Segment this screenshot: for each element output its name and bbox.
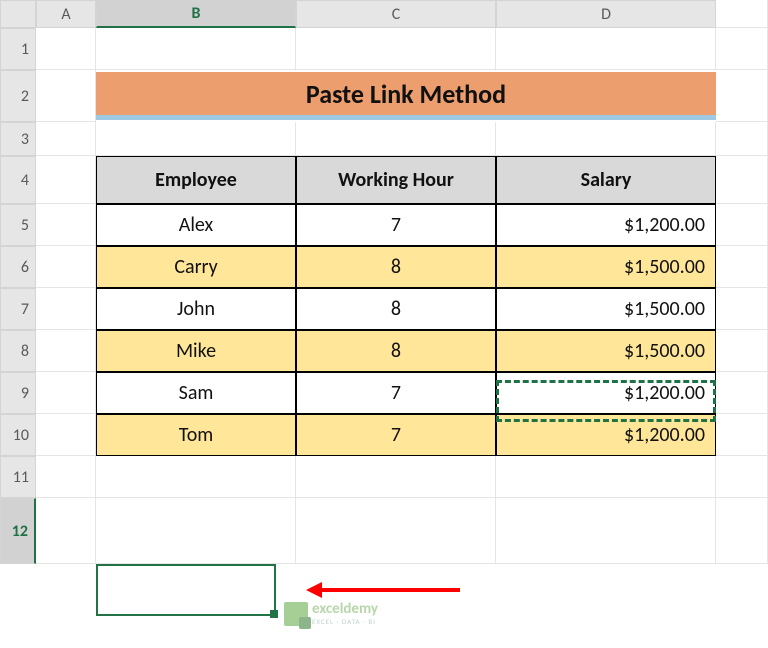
table-cell-hour[interactable]: 8 [296,330,496,372]
row-header-5[interactable]: 5 [0,204,36,246]
table-cell-employee[interactable]: Mike [96,330,296,372]
row-header-12[interactable]: 12 [0,498,36,564]
page-title: Paste Link Method [96,72,716,120]
cell-C11[interactable] [296,456,496,498]
spreadsheet-grid: A B C D 1 2 Paste Link Method 3 4 Employ… [0,0,768,564]
cell-A7[interactable] [36,288,96,330]
cell-E1[interactable] [716,28,768,70]
cell-E12[interactable] [716,498,768,564]
table-cell-salary[interactable]: $1,200.00 [496,372,716,414]
cell-E11[interactable] [716,456,768,498]
cell-E8[interactable] [716,330,768,372]
cell-B3[interactable] [96,122,296,156]
cell-A8[interactable] [36,330,96,372]
row-header-11[interactable]: 11 [0,456,36,498]
cell-D11[interactable] [496,456,716,498]
cell-E10[interactable] [716,414,768,456]
watermark-logo: exceldemy EXCEL · DATA · BI [284,602,378,626]
table-cell-hour[interactable]: 8 [296,246,496,288]
row-header-4[interactable]: 4 [0,156,36,204]
row-header-2[interactable]: 2 [0,70,36,122]
table-cell-salary[interactable]: $1,200.00 [496,414,716,456]
col-header-B[interactable]: B [96,0,296,28]
fill-handle[interactable] [270,610,278,618]
cell-A5[interactable] [36,204,96,246]
row-header-7[interactable]: 7 [0,288,36,330]
row-header-8[interactable]: 8 [0,330,36,372]
cell-E4[interactable] [716,156,768,204]
row-header-9[interactable]: 9 [0,372,36,414]
row-header-6[interactable]: 6 [0,246,36,288]
cell-A6[interactable] [36,246,96,288]
table-cell-salary[interactable]: $1,200.00 [496,204,716,246]
cell-B12[interactable] [96,498,296,564]
cell-A12[interactable] [36,498,96,564]
cell-A4[interactable] [36,156,96,204]
table-header-salary[interactable]: Salary [496,156,716,204]
active-cell-B12 [96,564,276,616]
row-header-1[interactable]: 1 [0,28,36,70]
cell-A11[interactable] [36,456,96,498]
row-header-10[interactable]: 10 [0,414,36,456]
arrow-annotation [320,588,460,592]
table-cell-employee[interactable]: Alex [96,204,296,246]
table-cell-employee[interactable]: Carry [96,246,296,288]
cell-A10[interactable] [36,414,96,456]
table-cell-salary[interactable]: $1,500.00 [496,246,716,288]
table-header-working-hour[interactable]: Working Hour [296,156,496,204]
exceldemy-icon [284,602,308,626]
table-cell-hour[interactable]: 8 [296,288,496,330]
table-cell-employee[interactable]: John [96,288,296,330]
table-cell-hour[interactable]: 7 [296,414,496,456]
cell-D3[interactable] [496,122,716,156]
cell-E9[interactable] [716,372,768,414]
table-cell-employee[interactable]: Sam [96,372,296,414]
cell-C3[interactable] [296,122,496,156]
table-cell-salary[interactable]: $1,500.00 [496,330,716,372]
watermark-brand: exceldemy [312,602,378,617]
cell-B1[interactable] [96,28,296,70]
cell-E3[interactable] [716,122,768,156]
cell-A3[interactable] [36,122,96,156]
watermark-tagline: EXCEL · DATA · BI [312,617,378,626]
cell-B11[interactable] [96,456,296,498]
table-cell-employee[interactable]: Tom [96,414,296,456]
table-cell-salary[interactable]: $1,500.00 [496,288,716,330]
cell-E2[interactable] [716,70,768,122]
cell-A1[interactable] [36,28,96,70]
cell-E5[interactable] [716,204,768,246]
cell-C1[interactable] [296,28,496,70]
cell-D12[interactable] [496,498,716,564]
col-gutter [716,0,768,28]
col-header-A[interactable]: A [36,0,96,28]
cell-A2[interactable] [36,70,96,122]
col-header-D[interactable]: D [496,0,716,28]
select-all-corner[interactable] [0,0,36,28]
cell-A9[interactable] [36,372,96,414]
cell-E7[interactable] [716,288,768,330]
cell-D1[interactable] [496,28,716,70]
table-cell-hour[interactable]: 7 [296,372,496,414]
table-cell-hour[interactable]: 7 [296,204,496,246]
cell-C12[interactable] [296,498,496,564]
row-header-3[interactable]: 3 [0,122,36,156]
table-header-employee[interactable]: Employee [96,156,296,204]
col-header-C[interactable]: C [296,0,496,28]
cell-E6[interactable] [716,246,768,288]
